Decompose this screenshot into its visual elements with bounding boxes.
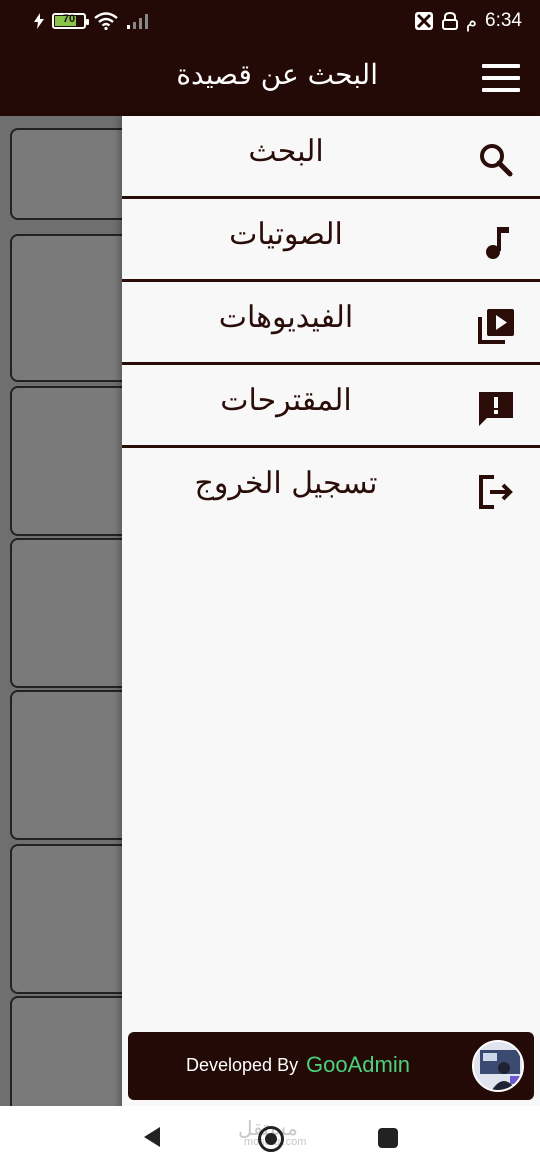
- status-icons-left: 70: [34, 12, 150, 30]
- recent-apps-icon[interactable]: [378, 1128, 398, 1148]
- developer-credit[interactable]: Developed By GooAdmin: [128, 1032, 534, 1100]
- feedback-icon: [479, 392, 513, 426]
- drawer-item-videos[interactable]: الفيديوهات: [122, 282, 540, 365]
- drawer-item-label: البحث: [248, 134, 324, 169]
- list-item[interactable]: [10, 234, 130, 382]
- navigation-drawer: البحث الصوتيات الفيديوهات المقترحات تسجي…: [122, 116, 540, 1110]
- drawer-item-label: الصوتيات: [229, 217, 343, 252]
- system-nav-bar: مستقل mostaql.com: [0, 1106, 540, 1170]
- developer-avatar: [472, 1040, 524, 1092]
- background-list: [10, 128, 130, 1126]
- developed-by-label: Developed By: [186, 1055, 299, 1075]
- home-icon[interactable]: [258, 1126, 284, 1152]
- back-icon[interactable]: [142, 1126, 162, 1148]
- developer-name: GooAdmin: [306, 1052, 410, 1077]
- list-item[interactable]: [10, 844, 130, 994]
- am-pm: م: [465, 10, 478, 32]
- screen: 70 م 6:34 البحث عن قصيدة البحث الصوتيات …: [0, 0, 540, 1170]
- drawer-item-label: تسجيل الخروج: [194, 466, 378, 501]
- list-item[interactable]: [10, 386, 130, 536]
- video-library-icon: [478, 309, 514, 344]
- list-item[interactable]: [10, 690, 130, 840]
- menu-icon[interactable]: [482, 64, 520, 92]
- drawer-item-audio[interactable]: الصوتيات: [122, 199, 540, 282]
- drawer-item-label: المقترحات: [220, 383, 352, 418]
- status-bar: 70 م 6:34: [0, 0, 540, 42]
- drawer-item-suggestions[interactable]: المقترحات: [122, 365, 540, 448]
- drawer-item-search[interactable]: البحث: [122, 116, 540, 199]
- battery-icon: 70: [52, 13, 89, 29]
- signal-icon: [127, 14, 148, 29]
- logout-icon: [479, 475, 513, 509]
- battery-level: 70: [62, 13, 76, 25]
- search-icon: [480, 144, 513, 177]
- status-icons-right: م 6:34: [414, 10, 522, 32]
- list-item[interactable]: [10, 538, 130, 688]
- charging-icon: [34, 13, 44, 29]
- list-item[interactable]: [10, 128, 130, 220]
- wifi-icon: [94, 12, 118, 30]
- drawer-item-label: الفيديوهات: [218, 300, 354, 335]
- app-notification-icon: [414, 12, 433, 30]
- clock: 6:34: [485, 10, 522, 31]
- page-title: البحث عن قصيدة: [176, 58, 378, 91]
- music-note-icon: [486, 227, 509, 259]
- app-bar: البحث عن قصيدة: [0, 42, 540, 116]
- drawer-item-logout[interactable]: تسجيل الخروج: [122, 448, 540, 531]
- vpn-icon: [441, 12, 458, 30]
